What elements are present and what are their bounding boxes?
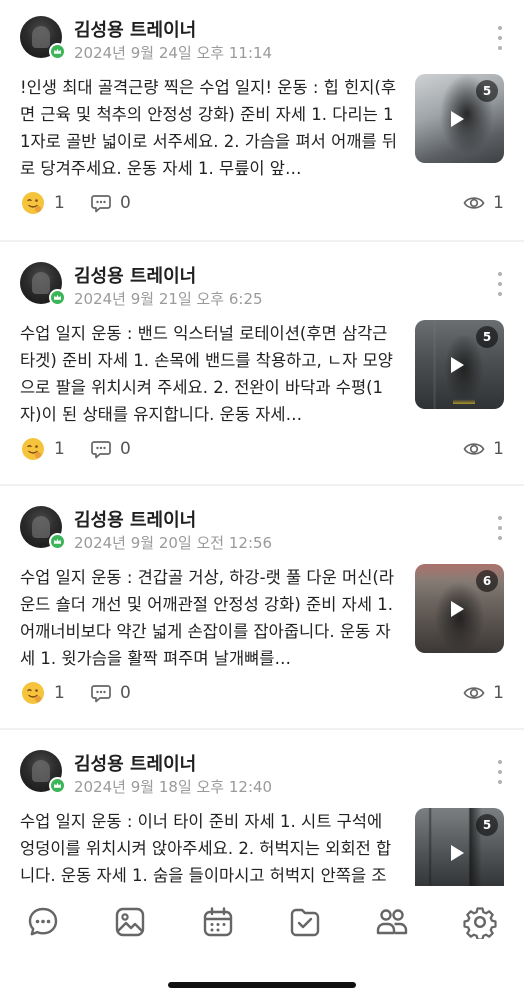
author-name[interactable]: 김성용 트레이너 xyxy=(74,262,196,288)
face-emoji-icon xyxy=(22,192,44,214)
post-date: 2024년 9월 21일 오후 6:25 xyxy=(74,290,263,308)
post-card[interactable]: 김성용 트레이너 2024년 9월 21일 오후 6:25 수업 일지 운동 :… xyxy=(0,240,524,486)
video-thumbnail[interactable]: 5 xyxy=(415,320,504,409)
tab-calendar[interactable] xyxy=(200,904,236,940)
post-actions: 1 0 1 xyxy=(20,436,504,462)
media-count-badge: 6 xyxy=(476,570,498,592)
post-card[interactable]: 김성용 트레이너 2024년 9월 24일 오후 11:14 !인생 최대 골격… xyxy=(0,0,524,240)
play-icon xyxy=(451,601,464,617)
comment-button[interactable]: 0 xyxy=(90,436,131,462)
comment-count: 0 xyxy=(120,193,131,213)
reaction-count: 1 xyxy=(54,439,65,459)
avatar[interactable] xyxy=(20,506,66,550)
avatar[interactable] xyxy=(20,262,66,306)
face-emoji-icon xyxy=(22,438,44,460)
post-date: 2024년 9월 20일 오전 12:56 xyxy=(74,534,273,552)
post-card[interactable]: 김성용 트레이너 2024년 9월 20일 오전 12:56 수업 일지 운동 … xyxy=(0,484,524,730)
avatar[interactable] xyxy=(20,16,66,60)
reaction-button[interactable]: 1 xyxy=(20,680,65,706)
author-name[interactable]: 김성용 트레이너 xyxy=(74,16,196,42)
view-count: 1 xyxy=(493,439,504,459)
eye-icon xyxy=(463,443,485,455)
play-icon xyxy=(451,845,464,861)
home-indicator[interactable] xyxy=(168,982,356,988)
comment-count: 0 xyxy=(120,683,131,703)
chat-icon xyxy=(28,907,58,936)
comment-icon xyxy=(91,195,111,213)
media-count-badge: 5 xyxy=(476,814,498,836)
comment-button[interactable]: 0 xyxy=(90,680,131,706)
tab-settings[interactable] xyxy=(462,904,498,940)
video-thumbnail[interactable]: 5 xyxy=(415,74,504,163)
crown-badge-icon xyxy=(49,289,66,306)
post-date: 2024년 9월 24일 오후 11:14 xyxy=(74,44,273,62)
post-actions: 1 0 1 xyxy=(20,680,504,706)
gallery-icon xyxy=(115,907,145,937)
view-counter: 1 xyxy=(463,436,504,462)
members-icon xyxy=(376,909,408,935)
more-options-icon[interactable] xyxy=(490,272,510,296)
tab-checklist[interactable] xyxy=(287,904,323,940)
author-name[interactable]: 김성용 트레이너 xyxy=(74,750,196,776)
face-emoji-icon xyxy=(22,682,44,704)
reaction-button[interactable]: 1 xyxy=(20,190,65,216)
comment-icon xyxy=(91,685,111,703)
post-text[interactable]: 수업 일지 운동 : 이너 타이 준비 자세 1. 시트 구석에 엉덩이를 위치… xyxy=(20,808,398,886)
crown-badge-icon xyxy=(49,533,66,550)
post-actions: 1 0 1 xyxy=(20,190,504,216)
reaction-button[interactable]: 1 xyxy=(20,436,65,462)
tab-chat[interactable] xyxy=(25,904,61,940)
post-card[interactable]: 김성용 트레이너 2024년 9월 18일 오후 12:40 수업 일지 운동 … xyxy=(0,728,524,886)
view-counter: 1 xyxy=(463,190,504,216)
reaction-count: 1 xyxy=(54,683,65,703)
comment-count: 0 xyxy=(120,439,131,459)
author-name[interactable]: 김성용 트레이너 xyxy=(74,506,196,532)
eye-icon xyxy=(463,197,485,209)
settings-icon xyxy=(463,907,497,939)
view-count: 1 xyxy=(493,683,504,703)
play-icon xyxy=(451,357,464,373)
video-thumbnail[interactable]: 5 xyxy=(415,808,504,886)
media-count-badge: 5 xyxy=(476,80,498,102)
comment-icon xyxy=(91,441,111,459)
view-count: 1 xyxy=(493,193,504,213)
more-options-icon[interactable] xyxy=(490,760,510,784)
post-text[interactable]: 수업 일지 운동 : 견갑골 거상, 하강-랫 풀 다운 머신(라운드 숄더 개… xyxy=(20,564,398,672)
tab-gallery[interactable] xyxy=(112,904,148,940)
post-text[interactable]: !인생 최대 골격근량 찍은 수업 일지! 운동 : 힙 힌지(후면 근육 및 … xyxy=(20,74,398,182)
calendar-icon xyxy=(203,907,233,937)
media-count-badge: 5 xyxy=(476,326,498,348)
tab-members[interactable] xyxy=(374,904,410,940)
play-icon xyxy=(451,111,464,127)
avatar[interactable] xyxy=(20,750,66,794)
post-date: 2024년 9월 18일 오후 12:40 xyxy=(74,778,273,796)
post-feed[interactable]: 김성용 트레이너 2024년 9월 24일 오후 11:14 !인생 최대 골격… xyxy=(0,0,524,886)
video-thumbnail[interactable]: 6 xyxy=(415,564,504,653)
checklist-icon xyxy=(290,908,320,937)
post-text[interactable]: 수업 일지 운동 : 밴드 익스터널 로테이션(후면 삼각근 타겟) 준비 자세… xyxy=(20,320,398,428)
comment-button[interactable]: 0 xyxy=(90,190,131,216)
eye-icon xyxy=(463,687,485,699)
more-options-icon[interactable] xyxy=(490,26,510,50)
crown-badge-icon xyxy=(49,777,66,794)
reaction-count: 1 xyxy=(54,193,65,213)
view-counter: 1 xyxy=(463,680,504,706)
crown-badge-icon xyxy=(49,43,66,60)
more-options-icon[interactable] xyxy=(490,516,510,540)
